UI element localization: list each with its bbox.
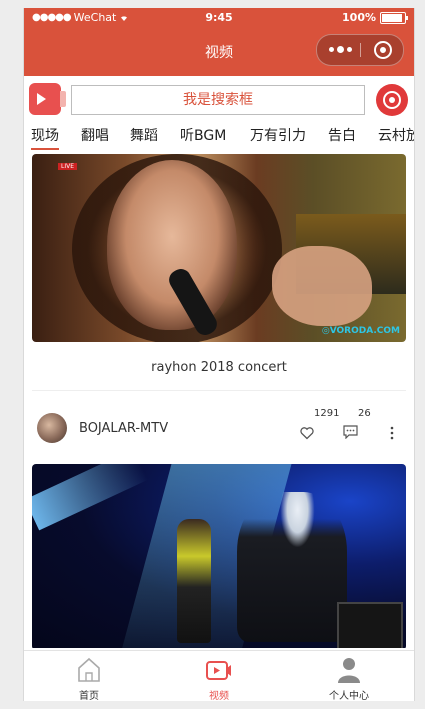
like-icon[interactable]: [300, 426, 314, 440]
spotlight-beam: [32, 464, 148, 531]
capsule-divider: [360, 43, 361, 57]
singer-figure: [177, 519, 211, 643]
tab-profile-label: 个人中心: [329, 691, 369, 701]
like-count: 1291: [314, 408, 340, 419]
tab-confession[interactable]: 告白: [328, 125, 356, 145]
battery-label: 100%: [342, 11, 376, 24]
tab-live[interactable]: 现场: [31, 125, 59, 150]
tab-video-label: 视频: [209, 691, 229, 701]
video-watermark: ◎VORODA.COM: [321, 326, 400, 336]
status-bar: ●●●●● WeChat 9:45 100%: [24, 8, 414, 28]
tab-dance[interactable]: 舞蹈: [130, 125, 158, 145]
singer-hand: [272, 246, 372, 326]
navigation-bar: 视频: [24, 28, 414, 76]
tab-video[interactable]: 视频: [154, 651, 284, 701]
tab-gravity[interactable]: 万有引力: [250, 125, 306, 145]
more-menu-button[interactable]: [329, 46, 352, 53]
music-player-button[interactable]: [376, 84, 408, 116]
close-mini-program-button[interactable]: [374, 41, 392, 59]
tab-cinema[interactable]: 云村放映厅: [378, 125, 414, 145]
video-thumbnail[interactable]: LIVE ◎VORODA.COM: [32, 154, 406, 342]
mini-program-capsule: [316, 34, 404, 66]
tab-home[interactable]: 首页: [24, 651, 154, 701]
tab-home-label: 首页: [79, 691, 99, 701]
home-icon: [78, 657, 100, 682]
singer-face: [107, 160, 237, 330]
video-meta-row: BOJALAR-MTV 1291 26: [24, 400, 414, 450]
more-options-icon[interactable]: [390, 426, 394, 440]
live-badge: LIVE: [58, 163, 78, 170]
video-logo-icon: [29, 83, 66, 115]
comment-count: 26: [358, 408, 371, 419]
video-feed: LIVE ◎VORODA.COM rayhon 2018 concert BOJ…: [24, 154, 414, 648]
search-input[interactable]: 我是搜索框: [71, 85, 365, 115]
user-icon: [338, 658, 360, 683]
video-thumbnail[interactable]: [32, 464, 406, 648]
category-tabs: 现场 翻唱 舞蹈 听BGM 万有引力 告白 云村放映厅: [24, 124, 414, 154]
search-row: 我是搜索框: [24, 76, 414, 124]
author-name[interactable]: BOJALAR-MTV: [79, 421, 168, 436]
tab-cover[interactable]: 翻唱: [81, 125, 109, 145]
author-avatar[interactable]: [37, 413, 67, 443]
tab-profile[interactable]: 个人中心: [284, 651, 414, 701]
amplifier: [337, 602, 403, 648]
video-icon: [206, 661, 231, 680]
battery-icon: [380, 11, 408, 24]
tab-bgm[interactable]: 听BGM: [180, 125, 226, 145]
divider: [32, 390, 406, 391]
phone-screen: ●●●●● WeChat 9:45 100% 视频 我是搜索框 现场 翻唱 舞蹈…: [23, 8, 415, 701]
singer-figure: [237, 492, 347, 642]
bottom-tab-bar: 首页 视频 个人中心: [24, 650, 414, 701]
video-title[interactable]: rayhon 2018 concert: [24, 360, 414, 375]
comment-icon[interactable]: [343, 425, 358, 439]
